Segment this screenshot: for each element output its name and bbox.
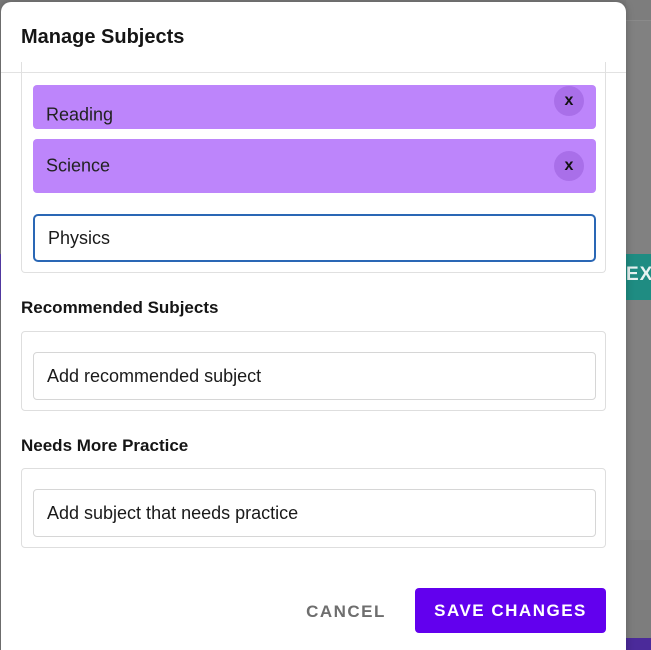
subject-chip-label: Reading — [46, 104, 114, 125]
background-teal-button: EX — [626, 254, 651, 300]
add-subject-input[interactable] — [33, 214, 596, 262]
background-teal-button-label: EX — [626, 264, 651, 285]
cancel-button[interactable]: CANCEL — [291, 590, 401, 634]
subject-chip-label: Science — [46, 155, 111, 176]
remove-science-button[interactable]: x — [554, 151, 584, 181]
subject-chip-science: Science x — [33, 139, 596, 193]
needs-practice-box — [21, 468, 606, 548]
needs-practice-title: Needs More Practice — [21, 436, 189, 455]
dialog-title: Manage Subjects — [21, 26, 185, 48]
recommended-subject-input[interactable] — [33, 352, 596, 400]
needs-practice-input[interactable] — [33, 489, 596, 537]
recommended-subjects-box — [21, 331, 606, 411]
subjects-list: Reading x Science x — [21, 62, 606, 273]
subject-chip-reading: Reading x — [33, 85, 596, 129]
background-purple-bar — [626, 638, 651, 650]
remove-reading-button[interactable]: x — [554, 86, 584, 116]
recommended-subjects-title: Recommended Subjects — [21, 298, 219, 317]
save-changes-button[interactable]: SAVE CHANGES — [415, 588, 606, 633]
manage-subjects-dialog: Manage Subjects Reading x Science x Reco… — [1, 2, 626, 650]
